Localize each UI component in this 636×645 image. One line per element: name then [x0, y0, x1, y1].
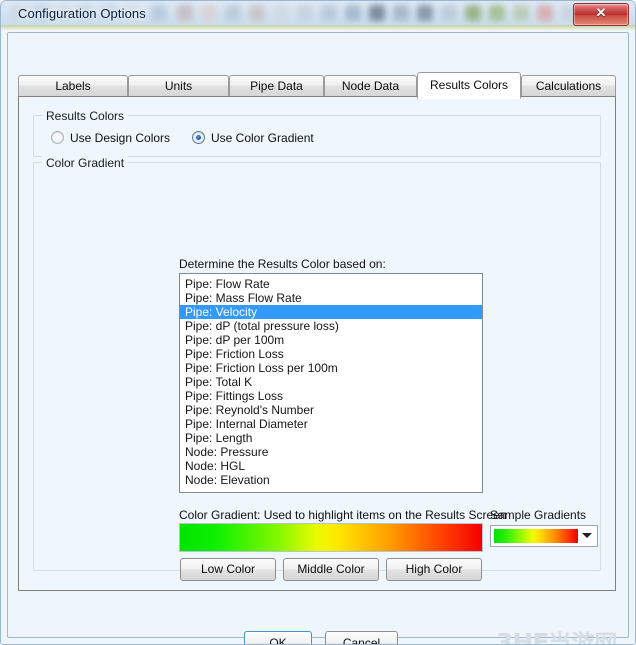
results-colors-legend: Results Colors	[42, 109, 129, 123]
list-item[interactable]: Node: Pressure	[180, 445, 482, 459]
tab-strip: Labels Units Pipe Data Node Data Results…	[18, 72, 616, 99]
low-color-button[interactable]: Low Color	[180, 558, 276, 581]
ok-button[interactable]: OK	[244, 631, 312, 644]
determine-results-color-label: Determine the Results Color based on:	[179, 257, 386, 271]
list-item[interactable]: Pipe: Flow Rate	[180, 277, 482, 291]
results-color-basis-listbox[interactable]: Pipe: Flow Rate Pipe: Mass Flow Rate Pip…	[179, 273, 483, 493]
tab-node-data[interactable]: Node Data	[324, 75, 417, 97]
chevron-down-icon	[582, 533, 592, 538]
site-watermark: 3HE当游网	[496, 628, 626, 645]
list-item[interactable]: Pipe: Total K	[180, 375, 482, 389]
list-item[interactable]: Pipe: Friction Loss	[180, 347, 482, 361]
tab-results-colors[interactable]: Results Colors	[417, 72, 521, 99]
list-item[interactable]: Node: HGL	[180, 459, 482, 473]
list-item[interactable]: Pipe: Length	[180, 431, 482, 445]
close-button[interactable]: ✕	[573, 3, 629, 26]
list-item[interactable]: Pipe: Friction Loss per 100m	[180, 361, 482, 375]
tab-units[interactable]: Units	[128, 75, 229, 97]
list-item[interactable]: Pipe: dP per 100m	[180, 333, 482, 347]
list-item[interactable]: Pipe: Fittings Loss	[180, 389, 482, 403]
middle-color-button[interactable]: Middle Color	[283, 558, 379, 581]
window-title: Configuration Options	[18, 6, 146, 21]
high-color-button[interactable]: High Color	[386, 558, 482, 581]
list-item[interactable]: Pipe: Internal Diameter	[180, 417, 482, 431]
tab-labels[interactable]: Labels	[18, 75, 128, 97]
radio-use-color-gradient[interactable]: Use Color Gradient	[192, 130, 314, 146]
list-item[interactable]: Pipe: dP (total pressure loss)	[180, 319, 482, 333]
color-gradient-preview-bar[interactable]	[179, 523, 483, 552]
watermark-cjk: 当游网	[548, 630, 618, 645]
sample-gradients-dropdown[interactable]	[490, 525, 598, 547]
results-colors-page: Results Colors Use Design Colors Use Col…	[18, 96, 616, 591]
close-icon: ✕	[595, 5, 607, 20]
cancel-button[interactable]: Cancel	[325, 631, 398, 644]
tab-pipe-data[interactable]: Pipe Data	[229, 75, 324, 97]
list-item[interactable]: Node: Elevation	[180, 473, 482, 487]
results-colors-groupbox: Results Colors Use Design Colors Use Col…	[33, 109, 601, 157]
radio-icon-checked	[192, 131, 205, 144]
radio-icon-unchecked	[51, 131, 64, 144]
color-gradient-legend: Color Gradient	[42, 156, 129, 170]
color-gradient-caption: Color Gradient: Used to highlight items …	[179, 508, 507, 522]
radio-label-use-design-colors: Use Design Colors	[70, 131, 171, 145]
list-item[interactable]: Pipe: Reynold's Number	[180, 403, 482, 417]
watermark-latin: 3HE	[496, 628, 549, 645]
radio-use-design-colors[interactable]: Use Design Colors	[51, 130, 170, 146]
sample-gradient-swatch	[494, 529, 578, 543]
titlebar-accent-line	[1, 25, 635, 30]
tab-calculations[interactable]: Calculations	[521, 75, 616, 97]
list-item-selected[interactable]: Pipe: Velocity	[180, 305, 482, 319]
dialog-client-area: Labels Units Pipe Data Node Data Results…	[1, 30, 635, 645]
sample-gradients-label: Sample Gradients	[490, 508, 587, 522]
radio-label-use-color-gradient: Use Color Gradient	[211, 131, 314, 145]
configuration-options-dialog: Configuration Options ✕ Labels Units Pip…	[0, 0, 636, 645]
title-bar: Configuration Options ✕	[1, 1, 635, 30]
list-item[interactable]: Pipe: Mass Flow Rate	[180, 291, 482, 305]
